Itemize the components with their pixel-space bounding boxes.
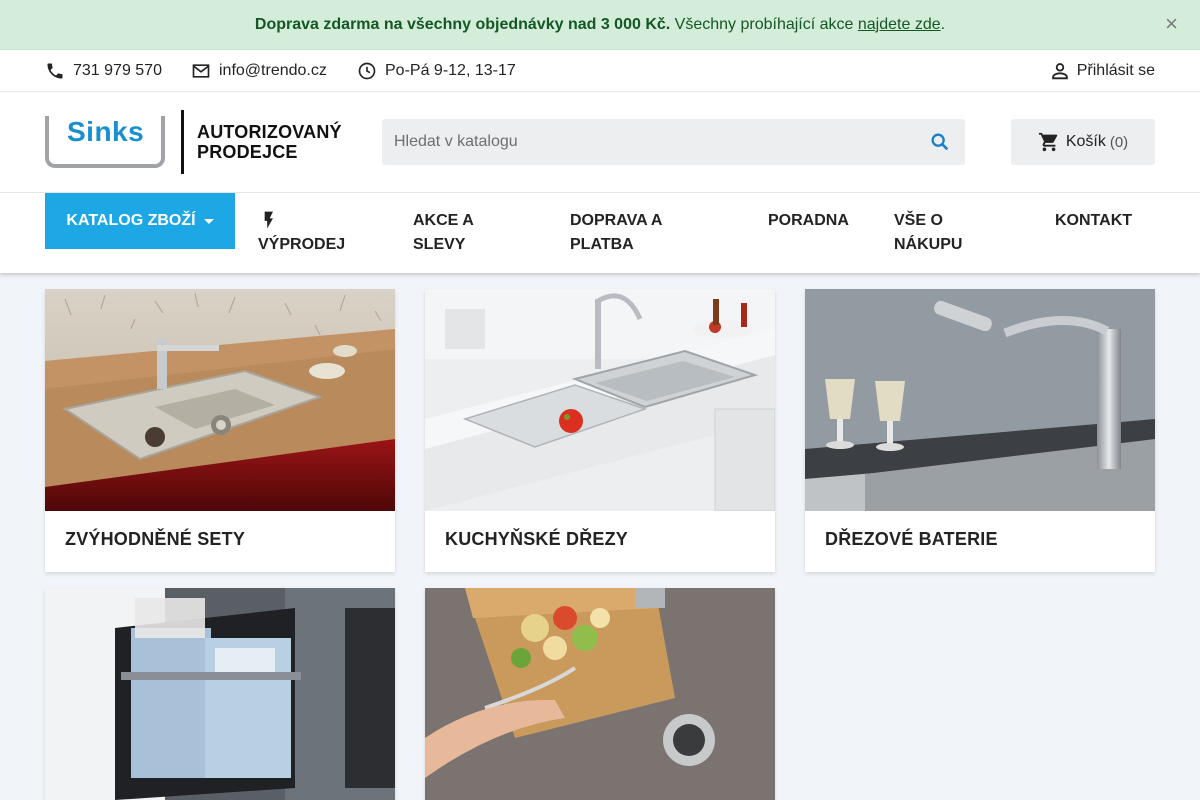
email-contact[interactable]: info@trendo.cz [191, 50, 327, 92]
nav-item-label: AKCE A [413, 212, 474, 229]
phone-number: 731 979 570 [73, 62, 162, 79]
login-link[interactable]: Přihlásit se [1049, 50, 1155, 92]
category-card-faucets[interactable]: DŘEZOVÉ BATERIE [805, 289, 1155, 572]
promo-suffix: . [940, 15, 946, 33]
cart-label: Košík [1065, 133, 1106, 150]
hours-text: Po-Pá 9-12, 13-17 [385, 62, 516, 79]
email-address: info@trendo.cz [219, 62, 327, 79]
promo-bold-text: Doprava zdarma na všechny objednávky nad… [254, 15, 671, 33]
login-label: Přihlásit se [1076, 62, 1155, 79]
nav-item-label: NÁKUPU [894, 236, 963, 253]
cart-button[interactable]: Košík (0) [1011, 119, 1155, 165]
site-header: Sinks AUTORIZOVANÝ PRODEJCE Košík (0) [0, 92, 1200, 193]
cart-count: (0) [1109, 133, 1129, 151]
phone-icon [47, 63, 63, 79]
category-title: KUCHYŇSKÉ DŘEZY [445, 529, 629, 549]
promo-link[interactable]: najdete zde [858, 16, 941, 33]
nav-item-vse-o-nakupu[interactable]: VŠE O NÁKUPU [894, 209, 962, 257]
promo-banner: Doprava zdarma na všechny objednávky nad… [0, 0, 1200, 50]
logo-subtitle: AUTORIZOVANÝ PRODEJCE [197, 122, 342, 162]
nav-item-kontakt[interactable]: KONTAKT [1055, 209, 1132, 233]
nav-item-label: PORADNA [768, 212, 849, 229]
promo-text: Všechny probíhající akce [670, 15, 858, 33]
category-card-waste-bins[interactable] [45, 588, 395, 800]
bolt-icon [258, 209, 345, 233]
nav-item-doprava[interactable]: DOPRAVA A PLATBA [570, 209, 662, 257]
nav-item-label: VŠE O [894, 212, 943, 229]
caret-down-icon [203, 218, 214, 224]
search-bar [382, 119, 965, 165]
nav-item-label: PLATBA [570, 236, 634, 253]
nav-item-akce[interactable]: AKCE A SLEVY [413, 209, 474, 257]
search-input[interactable] [382, 119, 922, 165]
category-image [425, 588, 775, 800]
close-icon[interactable]: × [1165, 13, 1178, 35]
logo-divider [181, 110, 184, 174]
user-icon [1051, 63, 1068, 80]
logo-brand: Sinks [67, 116, 145, 147]
category-card-sets[interactable]: ZVÝHODNĚNÉ SETY [45, 289, 395, 572]
category-image [425, 289, 775, 511]
catalog-label: KATALOG ZBOŽÍ [66, 212, 196, 229]
category-title: DŘEZOVÉ BATERIE [825, 529, 998, 549]
mail-icon [192, 64, 210, 78]
category-card-sinks[interactable]: KUCHYŇSKÉ DŘEZY [425, 289, 775, 572]
category-title: ZVÝHODNĚNÉ SETY [65, 529, 246, 549]
clock-icon [358, 62, 376, 80]
opening-hours: Po-Pá 9-12, 13-17 [357, 50, 516, 92]
nav-item-label: VÝPRODEJ [258, 236, 346, 253]
category-image [45, 289, 395, 511]
nav-item-poradna[interactable]: PORADNA [768, 209, 849, 233]
search-icon[interactable] [929, 131, 951, 158]
category-card-accessories[interactable] [425, 588, 775, 800]
site-logo[interactable]: Sinks AUTORIZOVANÝ PRODEJCE [45, 110, 355, 174]
logo-line1: AUTORIZOVANÝ [197, 122, 342, 142]
nav-item-label: SLEVY [413, 236, 466, 253]
catalog-menu-button[interactable]: KATALOG ZBOŽÍ [45, 193, 235, 249]
shopping-cart-icon [1038, 132, 1058, 152]
logo-line2: PRODEJCE [197, 142, 298, 162]
nav-item-label: KONTAKT [1055, 212, 1133, 229]
nav-item-label: DOPRAVA A [570, 212, 663, 229]
main-nav: KATALOG ZBOŽÍ VÝPRODEJ AKCE A SLEVY DOPR… [0, 193, 1200, 273]
contact-bar: 731 979 570 info@trendo.cz Po-Pá 9-12, 1… [0, 50, 1200, 92]
nav-item-vyprodej[interactable]: VÝPRODEJ [258, 209, 345, 257]
category-image [45, 588, 395, 800]
category-image [805, 289, 1155, 511]
phone-contact[interactable]: 731 979 570 [45, 50, 162, 92]
